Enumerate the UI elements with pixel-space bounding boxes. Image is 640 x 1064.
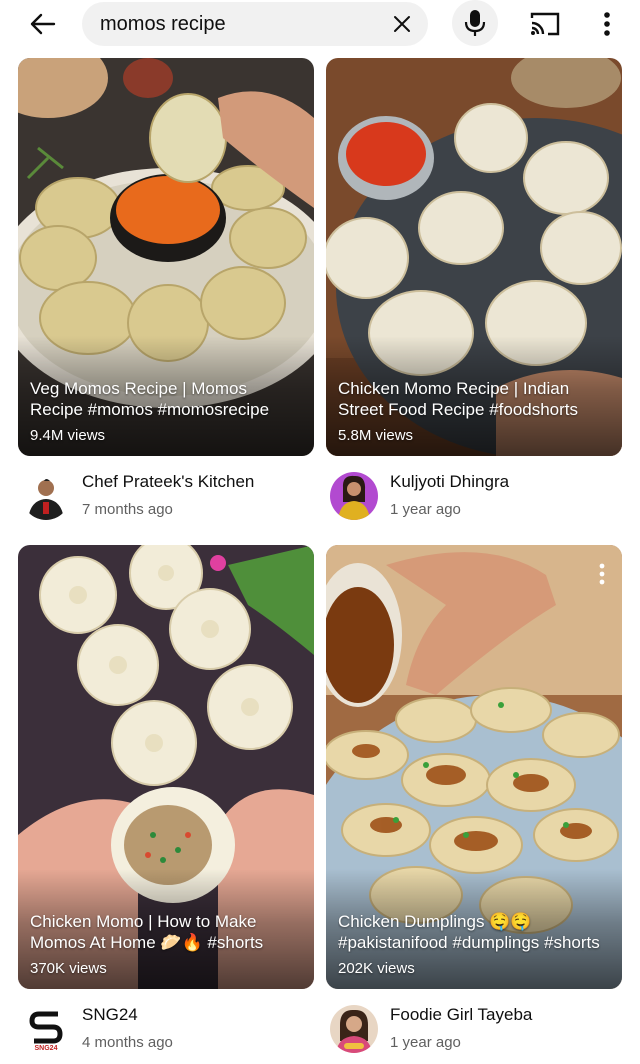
channel-avatar[interactable] xyxy=(330,472,378,520)
video-thumbnail[interactable]: Chicken Dumplings 🤤🤤 #pakistanifood #dum… xyxy=(326,545,622,989)
upload-age: 1 year ago xyxy=(390,1034,461,1051)
video-thumbnail[interactable]: Chicken Momo | How to Make Momos At Home… xyxy=(18,545,314,989)
more-vertical-icon xyxy=(604,12,610,36)
channel-avatar[interactable]: SNG24 xyxy=(22,1005,70,1053)
video-meta: Kuljyoti Dhingra 1 year ago xyxy=(326,464,622,524)
avatar-image xyxy=(22,472,70,520)
avatar-image xyxy=(330,1005,378,1053)
video-thumbnail[interactable]: Veg Momos Recipe | Momos Recipe #momos #… xyxy=(18,58,314,456)
channel-name[interactable]: Chef Prateek's Kitchen xyxy=(82,472,254,492)
cast-icon xyxy=(530,12,560,36)
channel-name[interactable]: Foodie Girl Tayeba xyxy=(390,1005,532,1025)
video-title[interactable]: Chicken Momo | How to Make Momos At Home… xyxy=(30,911,302,953)
video-title[interactable]: Chicken Momo Recipe | Indian Street Food… xyxy=(338,378,610,420)
video-meta: SNG24 SNG24 4 months ago xyxy=(18,997,314,1057)
more-vertical-icon xyxy=(599,563,605,585)
channel-avatar[interactable] xyxy=(22,472,70,520)
video-options-button[interactable] xyxy=(590,559,614,589)
cast-button[interactable] xyxy=(524,4,566,44)
view-count: 370K views xyxy=(30,960,107,977)
arrow-back-icon xyxy=(30,13,56,35)
video-thumbnail[interactable]: Chicken Momo Recipe | Indian Street Food… xyxy=(326,58,622,456)
view-count: 202K views xyxy=(338,960,415,977)
channel-name[interactable]: SNG24 xyxy=(82,1005,138,1025)
close-icon xyxy=(394,16,410,32)
top-bar: momos recipe xyxy=(0,0,640,50)
sng24-logo-text: SNG24 xyxy=(35,1045,58,1052)
video-meta: Foodie Girl Tayeba 1 year ago xyxy=(326,997,622,1057)
search-input[interactable]: momos recipe xyxy=(82,2,428,46)
upload-age: 4 months ago xyxy=(82,1034,173,1051)
back-button[interactable] xyxy=(20,4,64,44)
view-count: 5.8M views xyxy=(338,427,414,444)
microphone-icon xyxy=(464,10,486,36)
voice-search-button[interactable] xyxy=(452,0,498,46)
video-title[interactable]: Chicken Dumplings 🤤🤤 #pakistanifood #dum… xyxy=(338,911,610,953)
upload-age: 7 months ago xyxy=(82,501,173,518)
upload-age: 1 year ago xyxy=(390,501,461,518)
channel-avatar[interactable] xyxy=(330,1005,378,1053)
video-title[interactable]: Veg Momos Recipe | Momos Recipe #momos #… xyxy=(30,378,302,420)
search-query: momos recipe xyxy=(100,13,226,35)
view-count: 9.4M views xyxy=(30,427,106,444)
clear-search-button[interactable] xyxy=(390,12,414,36)
channel-name[interactable]: Kuljyoti Dhingra xyxy=(390,472,509,492)
avatar-image: SNG24 xyxy=(22,1005,70,1053)
avatar-image xyxy=(330,472,378,520)
more-options-button[interactable] xyxy=(590,4,624,44)
video-meta: Chef Prateek's Kitchen 7 months ago xyxy=(18,464,314,524)
